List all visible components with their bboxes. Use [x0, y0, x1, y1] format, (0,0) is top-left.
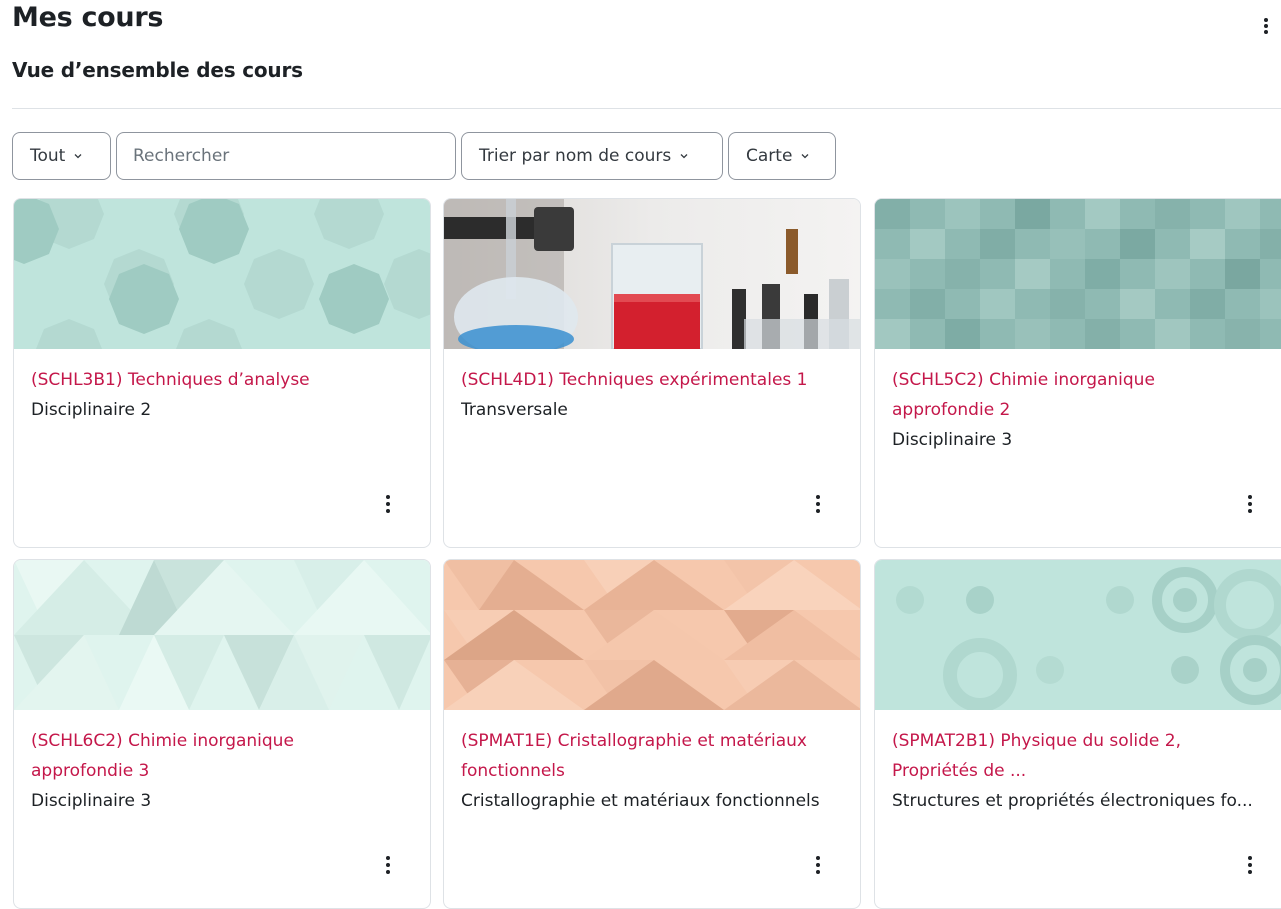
display-mode-label: Carte: [746, 146, 793, 166]
grouping-filter-dropdown[interactable]: Tout: [12, 132, 111, 180]
chevron-down-icon: [680, 154, 688, 159]
section-title: Vue d’ensemble des cours: [12, 58, 303, 82]
course-card: (SCHL3B1) Techniques d’analyse Disciplin…: [13, 198, 431, 548]
course-title-link[interactable]: (SCHL3B1) Techniques d’analyse: [31, 365, 416, 395]
course-image[interactable]: [875, 560, 1281, 710]
course-actions-menu-icon[interactable]: [1244, 854, 1256, 876]
sort-label: Trier par nom de cours: [479, 146, 672, 166]
course-card: (SPMAT2B1) Physique du solide 2, Proprié…: [874, 559, 1281, 909]
course-actions-menu-icon[interactable]: [812, 854, 824, 876]
course-image[interactable]: [14, 199, 430, 349]
course-card: (SPMAT1E) Cristallographie et matériaux …: [443, 559, 861, 909]
course-category: Transversale: [461, 400, 568, 420]
course-category: Disciplinaire 3: [31, 791, 152, 811]
course-actions-menu-icon[interactable]: [382, 493, 394, 515]
course-category: Disciplinaire 2: [31, 400, 152, 420]
page-actions-menu-icon[interactable]: [1259, 14, 1273, 38]
display-mode-dropdown[interactable]: Carte: [728, 132, 836, 180]
course-image[interactable]: [444, 199, 860, 349]
course-category: Disciplinaire 3: [892, 430, 1013, 450]
course-title-link[interactable]: (SPMAT2B1) Physique du solide 2, Proprié…: [892, 726, 1252, 786]
page-title: Mes cours: [12, 2, 164, 33]
course-title-link[interactable]: (SCHL6C2) Chimie inorganique approfondie…: [31, 726, 331, 786]
course-title-link[interactable]: (SPMAT1E) Cristallographie et matériaux …: [461, 726, 856, 786]
search-input[interactable]: [116, 132, 456, 180]
section-divider: [12, 108, 1281, 109]
course-title-link[interactable]: (SCHL5C2) Chimie inorganique approfondie…: [892, 365, 1192, 425]
course-image[interactable]: [444, 560, 860, 710]
course-actions-menu-icon[interactable]: [1244, 493, 1256, 515]
course-card: (SCHL6C2) Chimie inorganique approfondie…: [13, 559, 431, 909]
course-actions-menu-icon[interactable]: [382, 854, 394, 876]
chevron-down-icon: [74, 154, 82, 159]
chevron-down-icon: [801, 154, 809, 159]
course-actions-menu-icon[interactable]: [812, 493, 824, 515]
grouping-filter-label: Tout: [30, 146, 66, 166]
course-title-link[interactable]: (SCHL4D1) Techniques expérimentales 1: [461, 365, 846, 395]
course-card: (SCHL4D1) Techniques expérimentales 1 Tr…: [443, 198, 861, 548]
course-category: Structures et propriétés électroniques f…: [892, 791, 1253, 811]
sort-dropdown[interactable]: Trier par nom de cours: [461, 132, 723, 180]
course-image[interactable]: [14, 560, 430, 710]
course-image[interactable]: [875, 199, 1281, 349]
course-category: Cristallographie et matériaux fonctionne…: [461, 791, 820, 811]
course-card: (SCHL5C2) Chimie inorganique approfondie…: [874, 198, 1281, 548]
